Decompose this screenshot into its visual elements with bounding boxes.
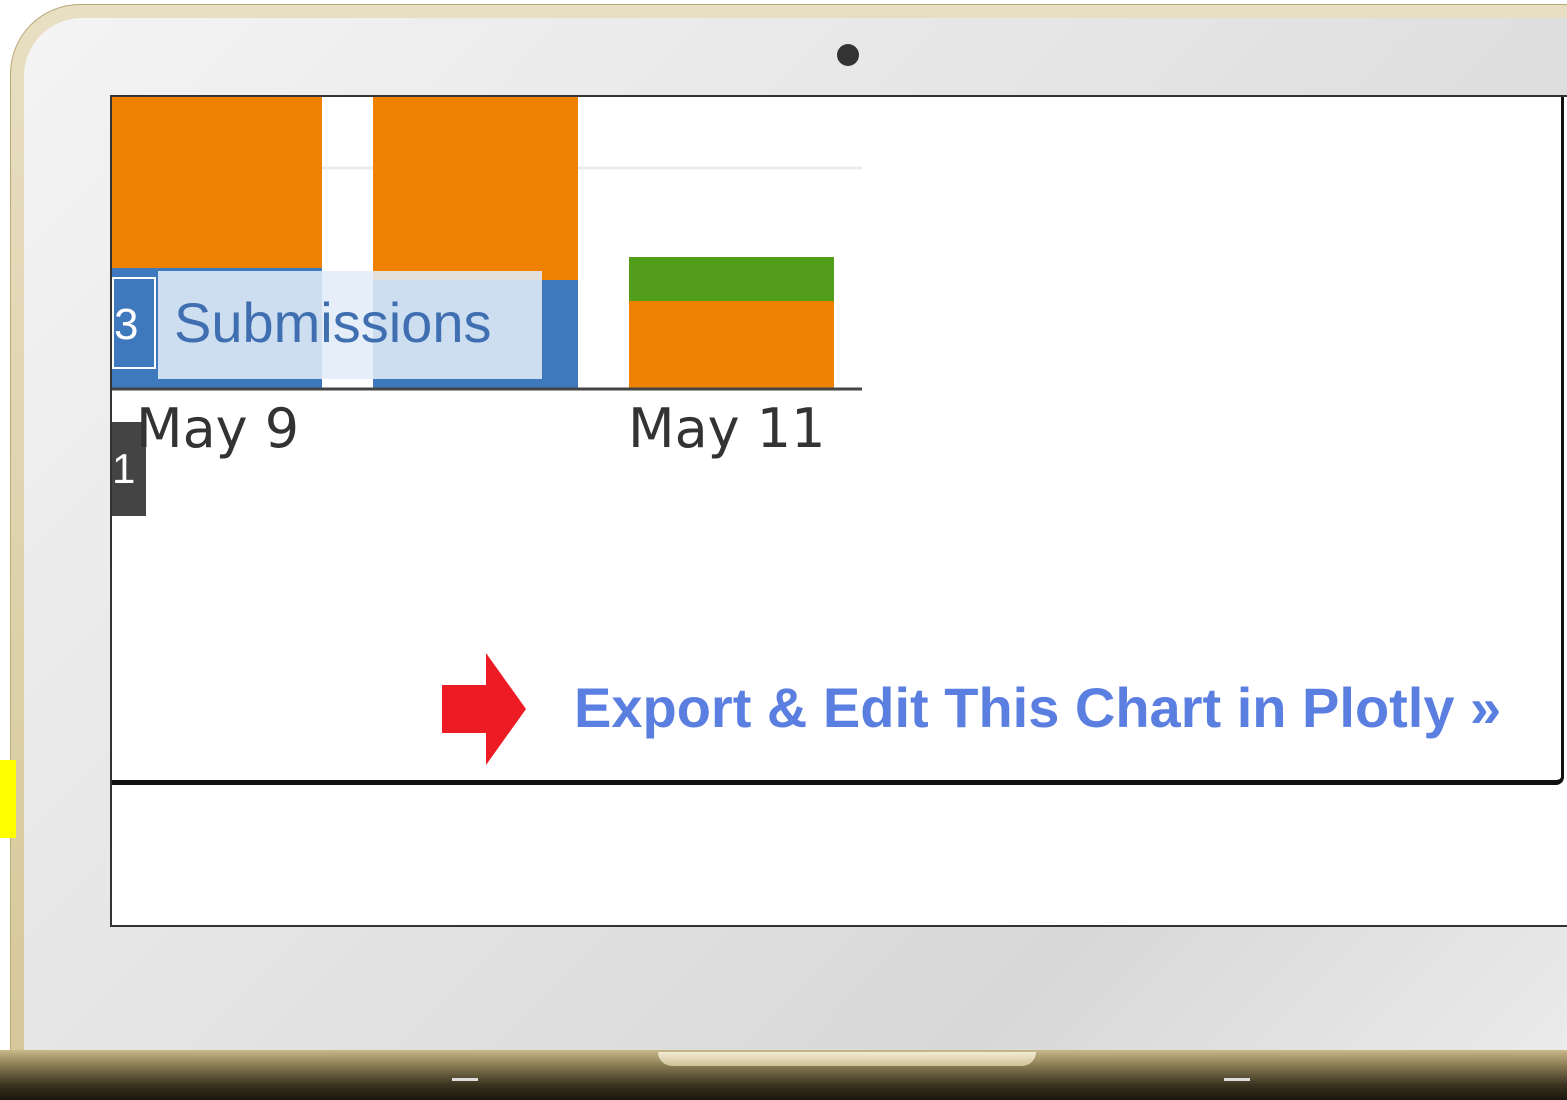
export-to-plotly-link[interactable]: Export & Edit This Chart in Plotly » — [574, 675, 1501, 740]
bar-segment-green[interactable] — [629, 257, 834, 301]
chart-container: 3 Submissions 1 May 9 May 11 Export & Ed… — [112, 97, 1564, 785]
bar-segment-orange[interactable] — [112, 97, 322, 268]
laptop-foot — [1224, 1078, 1250, 1081]
hover-tooltip: Submissions — [158, 271, 542, 379]
x-tick-label: May 11 — [628, 397, 826, 460]
arrow-right-icon — [442, 653, 526, 765]
bar-segment-orange[interactable] — [373, 97, 578, 280]
screen: 3 Submissions 1 May 9 May 11 Export & Ed… — [110, 95, 1567, 927]
camera-icon — [837, 44, 859, 66]
x-tick-label: May 9 — [136, 397, 300, 460]
hover-index-badge: 3 — [112, 277, 156, 369]
laptop-foot — [452, 1078, 478, 1081]
bar-segment-orange[interactable] — [629, 301, 834, 389]
export-row: Export & Edit This Chart in Plotly » — [442, 653, 1552, 765]
laptop-base-notch — [658, 1052, 1036, 1066]
highlight-marker — [0, 760, 16, 838]
